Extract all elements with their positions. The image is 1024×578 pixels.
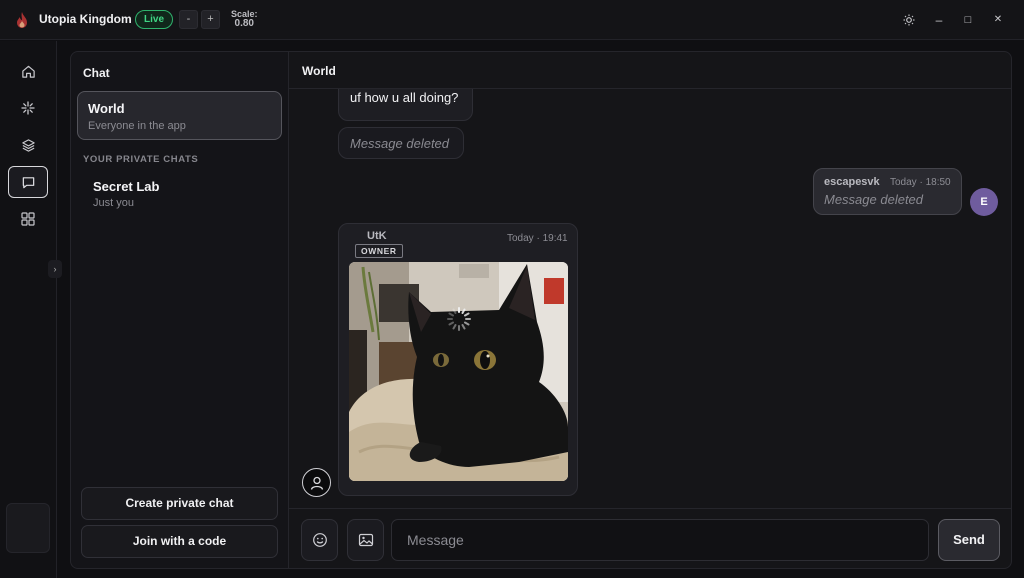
nav-rail <box>0 41 57 578</box>
chat-item-world[interactable]: World Everyone in the app <box>77 91 282 140</box>
message-bubble: uf how u all doing? <box>338 89 473 121</box>
app-title: Utopia Kingdom <box>39 12 132 26</box>
conversation-title: World <box>302 64 336 78</box>
chat-item-name: Secret Lab <box>93 179 160 194</box>
flame-logo-icon <box>17 12 27 28</box>
chat-item-subtitle: Everyone in the app <box>88 120 186 132</box>
scale-decrease-button[interactable]: - <box>179 10 198 29</box>
message-text: uf how u all doing? <box>350 90 459 105</box>
image-icon <box>358 533 373 547</box>
avatar[interactable] <box>302 468 331 497</box>
user-icon <box>310 476 323 490</box>
home-icon <box>21 65 35 78</box>
chat-item-secret-lab[interactable]: Secret Lab Just you <box>77 173 282 215</box>
chat-item-subtitle: Just you <box>93 197 134 209</box>
grid-icon <box>21 212 35 226</box>
layers-icon <box>21 138 35 152</box>
kitten-photo-image <box>349 262 568 481</box>
minimize-button[interactable]: – <box>931 12 947 28</box>
avatar[interactable]: E <box>970 188 998 216</box>
smile-icon <box>312 533 327 547</box>
message-timestamp: Today · 18:50 <box>890 177 951 188</box>
rail-apps-button[interactable] <box>8 203 48 235</box>
attach-image-button[interactable] <box>347 519 384 561</box>
title-bar: Utopia Kingdom Live - + Scale: 0.80 – □ … <box>0 0 1024 40</box>
message-composer: Send <box>289 508 1011 568</box>
owner-role-badge: OWNER <box>355 244 403 258</box>
maximize-button[interactable]: □ <box>960 12 976 28</box>
scale-increase-button[interactable]: + <box>201 10 220 29</box>
rail-layers-button[interactable] <box>8 129 48 161</box>
sun-icon[interactable] <box>901 12 917 28</box>
message-timestamp: Today · 19:41 <box>507 233 568 244</box>
image-attachment[interactable] <box>349 262 568 481</box>
message-input[interactable] <box>391 519 929 561</box>
rail-home-button[interactable] <box>8 55 48 87</box>
live-status-badge: Live <box>135 10 174 29</box>
private-chats-section-label: YOUR PRIVATE CHATS <box>83 154 199 165</box>
join-with-code-button[interactable]: Join with a code <box>81 525 278 558</box>
conversation-panel: World uf how u all doing? Message delete… <box>288 51 1012 569</box>
scale-indicator: Scale: 0.80 <box>231 9 258 29</box>
deleted-message-text: Message deleted <box>824 192 924 207</box>
create-private-chat-button[interactable]: Create private chat <box>81 487 278 520</box>
collapse-panel-toggle[interactable]: › <box>48 260 62 278</box>
send-button[interactable]: Send <box>938 519 1000 561</box>
message-bubble-image: UtK OWNER Today · 19:41 <box>338 223 578 496</box>
message-author: escapesvk <box>824 176 880 188</box>
close-button[interactable]: ✕ <box>990 12 1006 28</box>
sparkle-icon <box>21 101 35 115</box>
deleted-message-text: Message deleted <box>350 136 450 151</box>
chat-icon <box>22 176 34 188</box>
message-list[interactable]: uf how u all doing? Message deleted esca… <box>289 89 1011 508</box>
rail-activity-button[interactable] <box>8 92 48 124</box>
emoji-button[interactable] <box>301 519 338 561</box>
rail-chat-button[interactable] <box>8 166 48 198</box>
message-bubble: Message deleted <box>338 127 464 159</box>
scale-value: 0.80 <box>234 18 254 29</box>
conversation-header: World <box>289 52 1011 89</box>
chat-panel-title: Chat <box>83 66 110 80</box>
rail-profile-slot[interactable] <box>6 503 50 553</box>
message-bubble-own: escapesvk Today · 18:50 Message deleted <box>813 168 962 215</box>
message-author: UtK <box>367 230 387 242</box>
chat-item-name: World <box>88 101 125 116</box>
chat-list-panel: Chat World Everyone in the app YOUR PRIV… <box>70 51 288 569</box>
